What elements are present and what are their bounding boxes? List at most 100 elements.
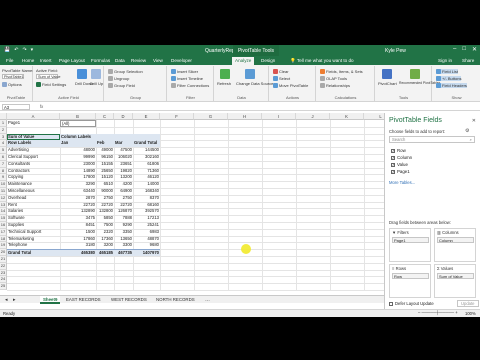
column-header[interactable]: I	[262, 113, 296, 120]
pivot-value-cell[interactable]: 6983	[133, 229, 160, 236]
checkbox[interactable]: ✓	[391, 155, 395, 160]
pivot-value-cell[interactable]: 71360	[133, 168, 160, 175]
pivot-value-cell[interactable]: 3475	[60, 215, 96, 222]
pivot-value-cell[interactable]: 49000	[96, 147, 114, 154]
pivot-value-cell[interactable]: 14000	[133, 181, 160, 188]
tab-page-layout[interactable]: Page Layout	[56, 57, 88, 65]
pivot-row-label[interactable]: Telemarketing	[7, 236, 60, 243]
row-header[interactable]: 21	[0, 256, 7, 263]
pivot-value-cell[interactable]: 3290	[60, 181, 96, 188]
row-header[interactable]: 13	[0, 201, 7, 209]
gear-icon[interactable]: ⚙	[465, 128, 469, 134]
checkbox[interactable]: ✓	[391, 148, 395, 153]
pivotchart-label[interactable]: PivotChart	[378, 81, 397, 86]
pivot-row-label[interactable]: Overhead	[7, 195, 60, 202]
column-header-cell[interactable]: Feb	[96, 140, 114, 148]
pivot-value-cell[interactable]: 23651	[114, 161, 133, 168]
pivot-value-cell[interactable]: 14890	[60, 168, 96, 175]
field-item-page1[interactable]: ✓ Page1	[391, 169, 410, 174]
rows-field-chip[interactable]: Row	[392, 273, 429, 279]
pivot-value-cell[interactable]: 15120	[96, 174, 114, 181]
sheet-nav-next-icon[interactable]: ▸	[10, 296, 19, 304]
clear-button[interactable]: Clear	[273, 69, 289, 74]
column-header[interactable]: D	[114, 113, 133, 120]
pivot-value-cell[interactable]: 2320	[96, 229, 114, 236]
pivot-value-cell[interactable]: 96150	[96, 154, 114, 161]
pivot-value-cell[interactable]: 3300	[114, 242, 133, 249]
drill-down-icon[interactable]	[77, 69, 87, 79]
grand-total-cell[interactable]: 1407970	[133, 249, 160, 256]
tab-insert[interactable]: Insert	[37, 57, 55, 65]
pivot-value-cell[interactable]: 9680	[133, 242, 160, 249]
pivotchart-icon[interactable]	[382, 69, 392, 79]
pivot-value-cell[interactable]: 25241	[133, 222, 160, 229]
pivot-value-cell[interactable]: 2750	[96, 195, 114, 202]
row-header[interactable]: 18	[0, 235, 7, 243]
column-header[interactable]: C	[96, 113, 114, 120]
pivot-value-cell[interactable]: 302160	[133, 154, 160, 161]
row-header[interactable]: 4	[0, 140, 7, 148]
pivot-value-cell[interactable]: 19820	[114, 168, 133, 175]
pivot-row-label[interactable]: Telephone	[7, 242, 60, 249]
pivot-row-label[interactable]: Consultants	[7, 161, 60, 168]
share-button[interactable]: Share	[462, 58, 474, 63]
pivot-value-cell[interactable]: 17860	[60, 236, 96, 243]
pivot-value-cell[interactable]: 23000	[60, 161, 96, 168]
more-sheets-icon[interactable]: …	[202, 296, 213, 304]
tab-review[interactable]: Review	[128, 57, 149, 65]
row-header[interactable]: 17	[0, 228, 7, 236]
tab-view[interactable]: View	[150, 57, 166, 65]
row-header[interactable]: 10	[0, 181, 7, 188]
column-header[interactable]: A	[7, 113, 60, 120]
ungroup-button[interactable]: Ungroup	[108, 76, 129, 81]
pivot-value-cell[interactable]: 47500	[114, 147, 133, 154]
tab-design[interactable]: Design	[258, 57, 278, 65]
sign-in-link[interactable]: Sign in	[438, 58, 452, 63]
insert-slicer-button[interactable]: Insert Slicer	[171, 69, 198, 74]
pivot-value-cell[interactable]: 48870	[133, 236, 160, 243]
column-header[interactable]: F	[160, 113, 194, 120]
column-header[interactable]: E	[133, 113, 160, 120]
column-header[interactable]: K	[330, 113, 364, 120]
pivot-value-cell[interactable]: 13650	[114, 236, 133, 243]
pivot-value-cell[interactable]: 8451	[60, 222, 96, 229]
pivot-value-cell[interactable]: 63440	[60, 188, 96, 195]
column-header[interactable]: J	[296, 113, 330, 120]
row-header[interactable]: 24	[0, 276, 7, 284]
field-headers-toggle[interactable]: Field Headers	[436, 83, 467, 88]
pivot-value-cell[interactable]: 9290	[114, 222, 133, 229]
pivot-value-cell[interactable]: 7500	[96, 222, 114, 229]
move-pivottable-button[interactable]: Move PivotTable	[273, 83, 308, 88]
active-field-input[interactable]: Sum of Value	[36, 74, 61, 79]
tab-file[interactable]: File	[3, 57, 16, 65]
tab-home[interactable]: Home	[19, 57, 37, 65]
pivot-value-cell[interactable]: 7888	[114, 215, 133, 222]
column-labels-header[interactable]: Column Labels	[60, 133, 96, 141]
sheet-tab-west-records[interactable]: WEST RECORDS	[108, 296, 150, 304]
pivot-value-cell[interactable]: 22720	[96, 202, 114, 209]
group-selection-button[interactable]: Group Selection	[108, 69, 143, 74]
pivot-value-cell[interactable]: 61806	[133, 161, 160, 168]
pivot-row-label[interactable]: Advertising	[7, 147, 60, 154]
change-data-source-icon[interactable]	[245, 69, 255, 79]
refresh-label[interactable]: Refresh	[217, 81, 231, 86]
columns-area[interactable]: ▥ Columns Column	[434, 228, 476, 262]
column-header[interactable]: H	[228, 113, 262, 120]
tab-formulas[interactable]: Formulas	[88, 57, 113, 65]
fx-icon[interactable]: fx	[40, 104, 43, 109]
save-icon[interactable]: 💾	[4, 47, 10, 53]
refresh-icon[interactable]	[220, 69, 230, 79]
row-header[interactable]: 6	[0, 154, 7, 161]
column-header-cell[interactable]: Grand Total	[133, 140, 160, 148]
values-field-chip[interactable]: Sum of Value	[437, 273, 474, 279]
pivot-value-cell[interactable]: 48000	[60, 147, 96, 154]
close-pane-icon[interactable]: ✕	[472, 118, 476, 124]
pivot-row-label[interactable]: Salaries	[7, 208, 60, 215]
more-tables-link[interactable]: More Tables...	[389, 180, 415, 185]
filter-field-value[interactable]: (All)	[60, 120, 96, 127]
customize-icon[interactable]: ▾	[31, 47, 34, 53]
row-header[interactable]: 8	[0, 167, 7, 175]
pivot-value-cell[interactable]: 2750	[114, 195, 133, 202]
name-box[interactable]: A3	[2, 104, 30, 110]
pivot-value-cell[interactable]: 13200	[114, 174, 133, 181]
